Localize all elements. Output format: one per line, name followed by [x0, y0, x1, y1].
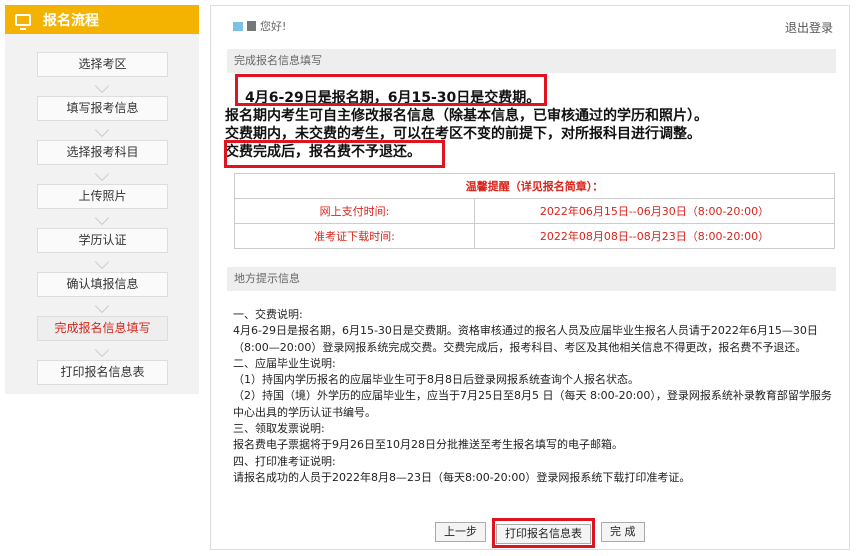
info-line: 三、领取发票说明: [233, 422, 325, 436]
highlight-box [235, 74, 547, 106]
row-label: 准考证下载时间: [234, 223, 475, 249]
avatar-icon [233, 21, 243, 31]
table-title: 温馨提醒（详见报名简章）： [234, 173, 835, 199]
section-title: 完成报名信息填写 [227, 49, 836, 73]
chevron-down-icon [94, 298, 110, 314]
info-line: 二、应届毕业生说明: [233, 356, 336, 370]
step-upload-photo[interactable]: 上传照片 [37, 184, 168, 209]
step-confirm-info[interactable]: 确认填报信息 [37, 272, 168, 297]
highlight-box: 打印报名信息表 [492, 518, 595, 548]
info-line: 一、交费说明: [233, 308, 303, 321]
table-row: 网上支付时间: 2022年06月15日--06月30日（8:00-20:00） [234, 198, 835, 224]
user-icon [247, 21, 256, 31]
step-select-subjects[interactable]: 选择报考科目 [37, 140, 168, 165]
section-title: 地方提示信息 [227, 267, 836, 291]
action-buttons: 上一步 打印报名信息表 完 成 [435, 518, 645, 548]
row-value: 2022年08月08日--08月23日（8:00-20:00） [474, 223, 835, 249]
greeting-text: 您好! [260, 20, 287, 33]
step-select-area[interactable]: 选择考区 [37, 52, 168, 77]
sidebar-title: 报名流程 [43, 12, 99, 29]
step-print-form[interactable]: 打印报名信息表 [37, 360, 168, 385]
row-value: 2022年06月15日--06月30日（8:00-20:00） [474, 198, 835, 224]
sidebar-header: 报名流程 [5, 5, 199, 34]
prev-button[interactable]: 上一步 [435, 522, 486, 542]
monitor-icon [15, 13, 31, 30]
info-line: 四、打印准考证说明: [233, 454, 336, 468]
step-fill-info[interactable]: 填写报考信息 [37, 96, 168, 121]
info-line: 报名费电子票据将于9月26日至10月28日分批推送至考生报名填写的电子邮箱。 [233, 438, 623, 452]
print-form-button[interactable]: 打印报名信息表 [496, 524, 591, 544]
chevron-down-icon [94, 122, 110, 138]
step-complete-info[interactable]: 完成报名信息填写 [37, 316, 168, 341]
done-button[interactable]: 完 成 [601, 522, 645, 542]
chevron-down-icon [94, 342, 110, 358]
user-greeting: 您好! [233, 18, 286, 34]
reminder-table: 温馨提醒（详见报名简章）： 网上支付时间: 2022年06月15日--06月30日… [234, 173, 835, 249]
main-panel: 您好! 退出登录 完成报名信息填写 4月6-29日是报名期，6月15-30日是交… [210, 5, 850, 550]
info-line: 请报名成功的人员于2022年8月8—23日（每天8:00-20:00）登录网报系… [233, 470, 691, 484]
chevron-down-icon [94, 210, 110, 226]
local-info: 一、交费说明: 4月6-29日是报名期，6月15-30日是交费期。资格审核通过的… [233, 307, 838, 486]
notice-line: 报名期内考生可自主修改报名信息（除基本信息，已审核通过的学历和照片）。 [225, 108, 708, 124]
logout-link[interactable]: 退出登录 [785, 19, 833, 36]
step-education-verify[interactable]: 学历认证 [37, 228, 168, 253]
info-line: （2）持国（境）外学历的应届毕业生，应当于7月25日至8月5 日（每天 8:00… [233, 389, 832, 419]
info-line: （1）持国内学历报名的应届毕业生可于8月8日后登录网报系统查询个人报名状态。 [233, 373, 639, 387]
info-line: 4月6-29日是报名期，6月15-30日是交费期。资格审核通过的报名人员及应届毕… [233, 324, 818, 354]
highlight-box [224, 140, 445, 168]
chevron-down-icon [94, 254, 110, 270]
sidebar: 选择考区 填写报考信息 选择报考科目 上传照片 学历认证 确认填报信息 完成报名… [5, 34, 199, 394]
chevron-down-icon [94, 78, 110, 94]
chevron-down-icon [94, 166, 110, 182]
table-row: 准考证下载时间: 2022年08月08日--08月23日（8:00-20:00） [234, 223, 835, 249]
row-label: 网上支付时间: [234, 198, 475, 224]
